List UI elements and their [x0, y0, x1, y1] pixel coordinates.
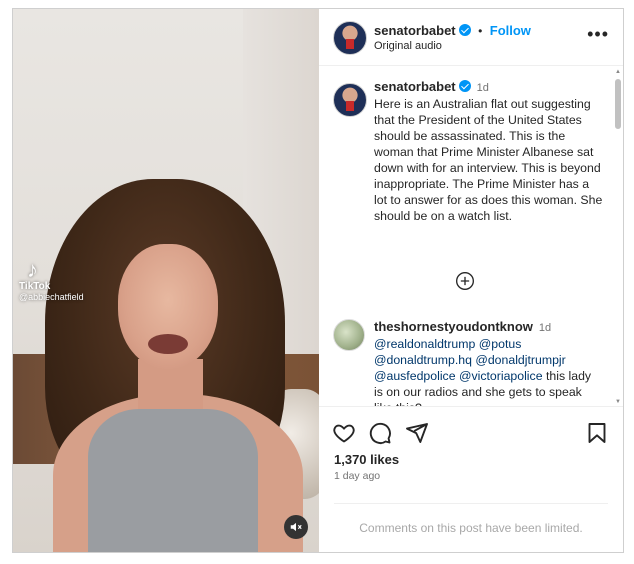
mention-link[interactable]: @ausfedpolice	[374, 369, 456, 383]
comment-text-block: theshornestyoudontknow 1d @realdonaldtrum…	[374, 319, 603, 406]
scroll-down-arrow-icon[interactable]: ▼	[615, 399, 621, 405]
footer-divider	[334, 503, 608, 504]
follow-button[interactable]: Follow	[490, 23, 531, 38]
person-mouth	[148, 334, 188, 354]
mention-link[interactable]: @potus	[479, 337, 522, 351]
caption-text: Here is an Australian flat out suggestin…	[374, 97, 603, 223]
mention-link[interactable]: @realdonaldtrump	[374, 337, 475, 351]
actions-divider	[319, 406, 623, 407]
comments-list[interactable]: senatorbabet 1d Here is an Australian fla…	[319, 66, 623, 406]
caption-time[interactable]: 1d	[477, 82, 489, 94]
post-date[interactable]: 1 day ago	[334, 470, 380, 482]
caption-author-username[interactable]: senatorbabet	[374, 79, 456, 94]
comment-time[interactable]: 1d	[539, 322, 551, 334]
tiktok-wordmark: TikTok	[19, 281, 51, 292]
caption-block: senatorbabet 1d Here is an Australian fla…	[333, 79, 603, 224]
tiktok-logo-icon: ♪	[27, 257, 38, 282]
comment-bubble-icon[interactable]	[368, 421, 392, 445]
video-player[interactable]: ♪ TikTok @abbiechatfield	[13, 9, 319, 552]
muted-speaker-icon	[290, 522, 302, 532]
mention-link[interactable]: @donaldtrump.hq	[374, 353, 472, 367]
comments-limited-notice: Comments on this post have been limited.	[359, 521, 583, 535]
post-header: senatorbabet • Follow Original audio •••	[319, 9, 623, 66]
more-options-icon[interactable]: •••	[587, 25, 609, 43]
scroll-up-arrow-icon[interactable]: ▲	[615, 69, 621, 75]
save-bookmark-icon[interactable]	[585, 421, 609, 445]
author-line: senatorbabet • Follow	[374, 22, 531, 40]
mention-link[interactable]: @victoriapolice	[459, 369, 543, 383]
mute-button[interactable]	[284, 515, 308, 539]
caption-text-block: senatorbabet 1d Here is an Australian fla…	[374, 79, 603, 224]
caption-author-avatar[interactable]	[333, 83, 367, 117]
like-heart-icon[interactable]	[332, 421, 356, 445]
verified-badge-icon	[458, 24, 471, 36]
comment-item: theshornestyoudontknow 1d @realdonaldtrum…	[333, 319, 603, 406]
tiktok-watermark: ♪ TikTok @abbiechatfield	[19, 257, 84, 303]
audio-label[interactable]: Original audio	[374, 40, 442, 52]
post-side-panel: senatorbabet • Follow Original audio •••…	[319, 9, 623, 552]
share-send-icon[interactable]	[405, 421, 429, 445]
person-tank-top	[88, 409, 258, 552]
likes-count[interactable]: 1,370 likes	[334, 452, 399, 467]
tiktok-handle: @abbiechatfield	[19, 292, 84, 302]
verified-badge-icon	[458, 80, 471, 92]
author-avatar[interactable]	[333, 21, 367, 55]
scrollbar-thumb[interactable]	[615, 79, 621, 129]
commenter-username[interactable]: theshornestyoudontknow	[374, 319, 533, 334]
instagram-post-modal: ♪ TikTok @abbiechatfield senatorbabet • …	[12, 8, 624, 553]
commenter-avatar[interactable]	[333, 319, 365, 351]
load-more-comments-icon[interactable]	[455, 271, 475, 291]
dot-separator: •	[478, 24, 483, 38]
author-username[interactable]: senatorbabet	[374, 23, 456, 38]
mention-link[interactable]: @donaldjtrumpjr	[475, 353, 565, 367]
